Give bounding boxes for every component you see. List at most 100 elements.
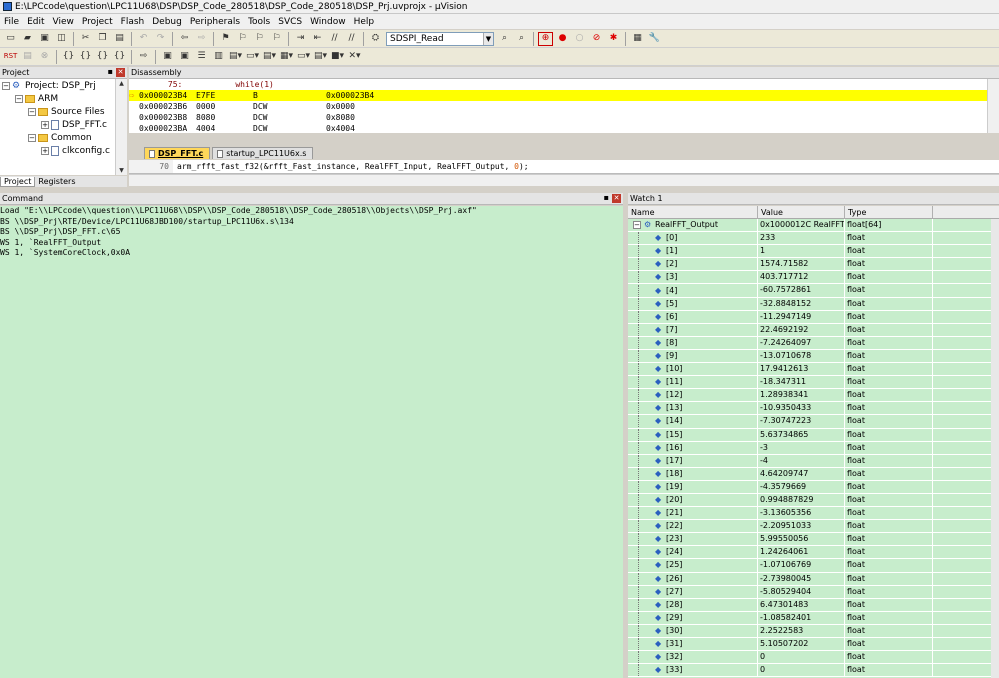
tree-item[interactable]: + clkconfig.c — [0, 144, 115, 157]
menu-tools[interactable]: Tools — [244, 17, 274, 27]
menu-edit[interactable]: Edit — [23, 17, 48, 27]
command-output[interactable]: Load "E:\\LPCcode\\question\\LPC11U68\\D… — [0, 206, 623, 678]
comment-icon[interactable]: // — [327, 32, 342, 46]
step-into-icon[interactable]: {} — [61, 50, 76, 64]
watch-row[interactable]: ◆ [15] 5.63734865 float — [628, 428, 999, 442]
debug-session-icon[interactable]: ⊕ — [538, 31, 553, 46]
project-tree-scrollbar[interactable]: ▲ ▼ — [115, 79, 127, 175]
watch-row[interactable]: ◆ [20] 0.994887829 float — [628, 493, 999, 508]
undo-icon[interactable]: ↶ — [136, 32, 151, 46]
watch-row[interactable]: ◆ [6] -11.2947149 float — [628, 310, 999, 324]
expand-icon[interactable]: − — [15, 94, 23, 103]
watch-row[interactable]: ◆ [19] -4.3579669 float — [628, 480, 999, 494]
step-over-icon[interactable]: {} — [78, 50, 93, 64]
copy-icon[interactable]: ❐ — [95, 32, 110, 46]
menu-svcs[interactable]: SVCS — [274, 17, 306, 27]
watch-row[interactable]: ◆ [30] 2.2522583 float — [628, 624, 999, 638]
breakpoint-insert-icon[interactable]: ● — [555, 32, 570, 46]
expand-icon[interactable]: − — [2, 81, 10, 90]
disassembly-line[interactable]: 0x000023B6 0000 DCW 0x0000 — [129, 101, 999, 112]
tab-project[interactable]: Project — [0, 176, 36, 187]
watch-row[interactable]: ◆ [16] -3 float — [628, 441, 999, 455]
editor-tab[interactable]: startup_LPC11U6x.s — [212, 147, 314, 159]
new-file-icon[interactable]: ▭ — [3, 32, 18, 46]
trace-window-icon[interactable]: ▤▾ — [313, 50, 328, 64]
tab-registers[interactable]: Registers — [35, 177, 78, 187]
watch-row[interactable]: ◆ [8] -7.24264097 float — [628, 336, 999, 350]
serial-window-icon[interactable]: ▦▾ — [279, 50, 294, 64]
expand-icon[interactable]: − — [28, 107, 36, 116]
watch-row[interactable]: ◆ [0] 233 float — [628, 232, 999, 246]
command-window-icon[interactable]: ▣ — [160, 50, 175, 64]
tree-item[interactable]: − Common — [0, 131, 115, 144]
run-to-cursor-icon[interactable]: {} — [112, 50, 127, 64]
build-target-icon[interactable]: ⛭ — [368, 32, 383, 46]
unindent-icon[interactable]: ⇤ — [310, 32, 325, 46]
menu-project[interactable]: Project — [78, 17, 117, 27]
disassembly-window-icon[interactable]: ▣ — [177, 50, 192, 64]
menu-view[interactable]: View — [49, 17, 78, 27]
collapse-icon[interactable]: − — [633, 221, 641, 230]
chevron-down-icon[interactable]: ▼ — [483, 32, 493, 45]
show-next-statement-icon[interactable]: ⇨ — [136, 50, 151, 64]
menu-debug[interactable]: Debug — [148, 17, 186, 27]
scroll-up-icon[interactable]: ▲ — [116, 79, 127, 88]
watch-row[interactable]: ◆ [21] -3.13605356 float — [628, 507, 999, 521]
watch-row[interactable]: ◆ [5] -32.8848152 float — [628, 297, 999, 311]
expand-icon[interactable]: + — [41, 146, 49, 155]
next-bookmark-icon[interactable]: ⚐ — [252, 32, 267, 46]
run-icon[interactable]: ▤ — [20, 50, 35, 64]
menu-file[interactable]: File — [0, 17, 23, 27]
watch-row[interactable]: ◆ [25] -1.07106769 float — [628, 559, 999, 573]
watch-row[interactable]: ◆ [28] 6.47301483 float — [628, 598, 999, 612]
breakpoint-disable-all-icon[interactable]: ⊘ — [589, 32, 604, 46]
window-layout-icon[interactable]: ▦ — [630, 32, 645, 46]
symbols-window-icon[interactable]: ☰ — [194, 50, 209, 64]
cut-icon[interactable]: ✂ — [78, 32, 93, 46]
watch-scrollbar[interactable] — [991, 219, 999, 678]
target-select[interactable]: SDSPI_Read ▼ — [386, 31, 494, 46]
save-all-icon[interactable]: ◫ — [54, 32, 69, 46]
watch-row-root[interactable]: −⚙RealFFT_Output0x1000012C RealFFT_...fl… — [628, 219, 999, 233]
prev-bookmark-icon[interactable]: ⚐ — [235, 32, 250, 46]
watch-row[interactable]: ◆ [13] -10.9350433 float — [628, 402, 999, 416]
source-editor[interactable]: 70 arm_rfft_fast_f32(&rfft_Fast_instance… — [129, 160, 999, 174]
step-out-icon[interactable]: {} — [95, 50, 110, 64]
watch-row[interactable]: ◆ [2] 1574.71582 float — [628, 258, 999, 272]
tree-item[interactable]: − ARM — [0, 92, 115, 105]
system-viewer-icon[interactable]: ■▾ — [330, 50, 345, 64]
paste-icon[interactable]: ▤ — [112, 32, 127, 46]
watch-row[interactable]: ◆ [3] 403.717712 float — [628, 271, 999, 285]
indent-icon[interactable]: ⇥ — [293, 32, 308, 46]
pin-icon[interactable]: ▪ — [604, 193, 609, 202]
scroll-down-icon[interactable]: ▼ — [116, 166, 127, 175]
disassembly-line[interactable]: 0x000023BA 4004 DCW 0x4004 — [129, 123, 999, 133]
expand-icon[interactable]: − — [28, 133, 36, 142]
open-folder-icon[interactable]: ▰ — [20, 32, 35, 46]
menu-flash[interactable]: Flash — [117, 17, 149, 27]
disassembly-scrollbar[interactable] — [987, 79, 999, 133]
editor-tab[interactable]: DSP_FFT.c — [144, 147, 211, 159]
tree-item[interactable]: − Source Files — [0, 105, 115, 118]
save-icon[interactable]: ▣ — [37, 32, 52, 46]
watch-row[interactable]: ◆ [18] 4.64209747 float — [628, 467, 999, 481]
menu-peripherals[interactable]: Peripherals — [186, 17, 244, 27]
redo-icon[interactable]: ↷ — [153, 32, 168, 46]
editor-hscrollbar[interactable] — [129, 174, 999, 186]
watch-row[interactable]: ◆ [29] -1.08582401 float — [628, 611, 999, 625]
disassembly-line[interactable]: ⇨ 0x000023B4 E7FE B 0x000023B4 — [129, 90, 999, 101]
bookmark-icon[interactable]: ⚑ — [218, 32, 233, 46]
watch-row[interactable]: ◆ [31] 5.10507202 float — [628, 638, 999, 652]
watch-row[interactable]: ◆ [10] 17.9412613 float — [628, 363, 999, 377]
watch-row[interactable]: ◆ [9] -13.0710678 float — [628, 349, 999, 364]
toolbox-icon[interactable]: ✕▾ — [347, 50, 362, 64]
breakpoint-kill-all-icon[interactable]: ✱ — [606, 32, 621, 46]
navigate-back-icon[interactable]: ⇦ — [177, 32, 192, 46]
disassembly-line[interactable]: 0x000023B8 8080 DCW 0x8080 — [129, 112, 999, 123]
close-icon[interactable]: ✕ — [612, 194, 621, 203]
menu-window[interactable]: Window — [306, 17, 350, 27]
header-type[interactable]: Type — [845, 206, 933, 219]
call-stack-window-icon[interactable]: ▤▾ — [228, 50, 243, 64]
watch-row[interactable]: ◆ [12] 1.28938341 float — [628, 389, 999, 403]
watch-row[interactable]: ◆ [1] 1 float — [628, 245, 999, 259]
